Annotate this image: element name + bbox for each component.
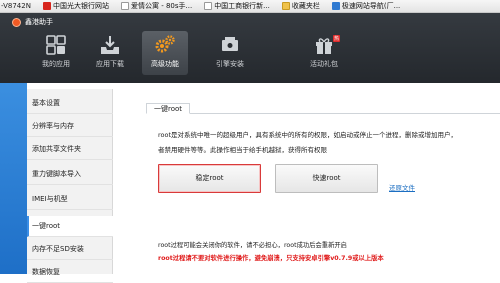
- tab-one-key-root[interactable]: 一键root: [146, 103, 190, 114]
- root-note: root过程可能会关闭你的软件，请不必担心，root成功后会重新开启: [158, 242, 347, 249]
- gears-icon: [155, 35, 175, 53]
- bookmark-label: 中国工商银行新...: [214, 2, 270, 10]
- app-logo-icon: [12, 17, 21, 27]
- left-background-strip: [0, 83, 27, 274]
- bookmark-label: 爱情公寓 - 80s手...: [130, 2, 193, 10]
- root-warning: root过程请不要对软件进行操作，避免崩溃，只支持安卓引擎v0.7.9或以上版本: [158, 255, 384, 262]
- gift-icon: [316, 38, 332, 54]
- browser-bookmarks-bar: -V8742N 中国光大银行网站 爱情公寓 - 80s手... 中国工商银行新.…: [0, 0, 500, 13]
- nav-tab-engine-install[interactable]: 引擎安装: [207, 31, 253, 75]
- address-fragment: -V8742N: [1, 2, 31, 10]
- root-description-line-1: root是对系统中唯一的超级用户，具有系统中的所有的权限，如启动或停止一个进程，…: [158, 131, 458, 139]
- sidebar-item-label: 数据恢复: [32, 268, 60, 276]
- app-header: 鑫港助手 我的应用 应用下载 高级功能 引擎安装 热 活动礼包: [0, 13, 500, 83]
- sidebar-item-data-recovery[interactable]: 数据恢复: [27, 262, 113, 283]
- bookmark-favicon-icon: [120, 2, 129, 10]
- sidebar-item-label: 基本设置: [32, 99, 60, 107]
- sidebar-item-label: 添加共享文件夹: [32, 145, 81, 153]
- bookmark-favicon-icon: [204, 2, 213, 10]
- nav-tab-label: 引擎安装: [216, 60, 244, 68]
- nav-tab-my-apps[interactable]: 我的应用: [33, 31, 79, 75]
- engine-icon: [222, 37, 238, 51]
- stable-root-button[interactable]: 稳定root: [158, 164, 261, 193]
- nav-tab-label: 应用下载: [96, 60, 124, 68]
- sidebar-item-one-key-root[interactable]: 一键root: [27, 216, 113, 237]
- bookmark-item[interactable]: 中国工商银行新...: [204, 1, 270, 11]
- apps-icon: [46, 35, 66, 55]
- nav-tab-gift-pack[interactable]: 热 活动礼包: [301, 31, 347, 75]
- bookmark-label: 收藏夹栏: [291, 2, 320, 10]
- bookmark-folder[interactable]: 收藏夹栏: [281, 1, 320, 11]
- bookmark-favicon-icon: [42, 2, 51, 10]
- folder-icon: [281, 2, 290, 10]
- sidebar-item-label: IMEI与机型: [32, 195, 68, 203]
- sidebar: 基本设置 分辨率与内存 添加共享文件夹 重力键脚本导入 IMEI与机型 一键ro…: [27, 89, 113, 283]
- nav-tab-label: 高级功能: [151, 60, 179, 68]
- sidebar-item-label: 重力键脚本导入: [32, 170, 81, 178]
- sidebar-item-label: 一键root: [32, 222, 61, 230]
- sidebar-item-imei-model[interactable]: IMEI与机型: [27, 189, 113, 210]
- app-title: 鑫港助手: [12, 17, 53, 27]
- sidebar-item-basic-settings[interactable]: 基本设置: [27, 93, 113, 114]
- download-tray-icon: [101, 36, 119, 54]
- bookmark-item[interactable]: 极速网站导航(厂...: [331, 1, 401, 11]
- sidebar-item-gravity-script[interactable]: 重力键脚本导入: [27, 164, 113, 185]
- bookmark-item[interactable]: 爱情公寓 - 80s手...: [120, 1, 193, 11]
- bookmark-item[interactable]: 中国光大银行网站: [42, 1, 109, 11]
- sidebar-item-resolution-memory[interactable]: 分辨率与内存: [27, 116, 113, 137]
- nav-tab-advanced[interactable]: 高级功能: [142, 31, 188, 75]
- root-description-line-2: 者禁用硬件等等。此操作相当于给手机越狱，获得所有权限: [158, 146, 327, 154]
- nav-tab-label: 活动礼包: [310, 60, 338, 68]
- restore-files-link[interactable]: 还原文件: [389, 182, 415, 192]
- sidebar-item-label: 分辨率与内存: [32, 122, 74, 130]
- tab-divider: [146, 113, 500, 114]
- bookmark-label: 极速网站导航(厂...: [341, 2, 401, 10]
- sidebar-item-sd-install[interactable]: 内存不足SD安装: [27, 239, 113, 260]
- hot-badge: 热: [332, 35, 340, 42]
- nav-tab-app-download[interactable]: 应用下载: [87, 31, 133, 75]
- sidebar-item-shared-folder[interactable]: 添加共享文件夹: [27, 139, 113, 160]
- app-title-text: 鑫港助手: [25, 18, 53, 26]
- quick-root-button[interactable]: 快速root: [275, 164, 378, 193]
- sidebar-item-label: 内存不足SD安装: [32, 245, 84, 253]
- bookmark-label: 中国光大银行网站: [52, 2, 109, 10]
- bookmark-favicon-icon: [331, 2, 340, 10]
- main-panel: 一键root root是对系统中唯一的超级用户，具有系统中的所有的权限，如启动或…: [114, 89, 500, 274]
- nav-tab-label: 我的应用: [42, 60, 70, 68]
